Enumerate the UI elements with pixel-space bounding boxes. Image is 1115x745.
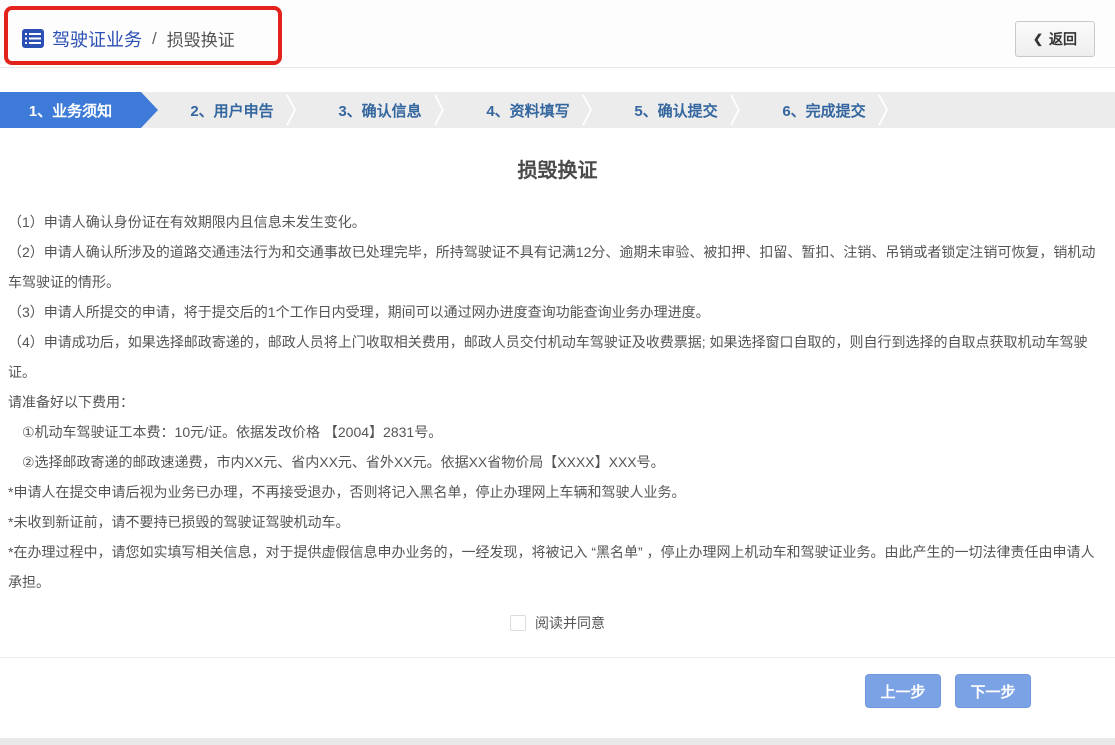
footer-actions: 上一步 下一步 — [0, 657, 1115, 708]
agreement-row: 阅读并同意 — [8, 613, 1107, 633]
back-button[interactable]: ❮ 返回 — [1014, 20, 1095, 57]
agree-checkbox[interactable] — [510, 615, 526, 631]
main-content: 损毁换证 （1）申请人确认身份证在有效期限内且信息未发生变化。 （2）申请人确认所… — [0, 128, 1115, 633]
list-icon — [22, 29, 44, 48]
previous-step-button[interactable]: 上一步 — [865, 674, 941, 708]
notice-paragraph: （1）申请人确认身份证在有效期限内且信息未发生变化。 — [8, 214, 366, 230]
step-item-label: 4、资料填写 — [486, 102, 570, 120]
notice-paragraph: 请准备好以下费用： — [8, 394, 134, 410]
step-item[interactable]: 2、用户申告 — [158, 92, 306, 128]
step-item[interactable]: 5、确认提交 — [602, 92, 750, 128]
notice-paragraph: （4）申请成功后，如果选择邮政寄递的，邮政人员将上门收取相关费用，邮政人员交付机… — [8, 334, 1088, 380]
notice-paragraph: *申请人在提交申请后视为业务已办理，不再接受退办，否则将记入黑名单，停止办理网上… — [8, 484, 686, 500]
notice-paragraph: *未收到新证前，请不要持已损毁的驾驶证驾驶机动车。 — [8, 514, 350, 530]
notice-paragraph: （3）申请人所提交的申请，将于提交后的1个工作日内受理，期间可以通过网办进度查询… — [8, 304, 710, 320]
step-item-label: 6、完成提交 — [782, 102, 866, 120]
notice-paragraph: ②选择邮政寄递的邮政速递费，市内XX元、省内XX元、省外XX元。依据XX省物价局… — [8, 454, 665, 470]
step-item[interactable]: 4、资料填写 — [454, 92, 602, 128]
step-item[interactable]: 1、业务须知 — [0, 92, 158, 128]
breadcrumb-separator: / — [152, 28, 157, 48]
step-item-label: 5、确认提交 — [634, 102, 718, 120]
notice-list: （1）申请人确认身份证在有效期限内且信息未发生变化。 （2）申请人确认所涉及的道路… — [8, 207, 1107, 597]
step-item-label: 2、用户申告 — [190, 102, 274, 120]
bottom-edge-strip — [0, 738, 1115, 745]
step-item-label: 3、确认信息 — [338, 102, 422, 120]
back-chevron-icon: ❮ — [1032, 31, 1043, 46]
notice-paragraph: （2）申请人确认所涉及的道路交通违法行为和交通事故已处理完毕，所持驾驶证不具有记… — [8, 244, 1096, 290]
step-item[interactable]: 3、确认信息 — [306, 92, 454, 128]
agree-label[interactable]: 阅读并同意 — [535, 613, 605, 633]
next-step-button[interactable]: 下一步 — [955, 674, 1031, 708]
step-bar-filler — [898, 92, 1115, 128]
step-wizard: 1、业务须知 2、用户申告 3、确认信息 4、资料填写 5、确认提交 6、完成提… — [0, 92, 1115, 128]
notice-paragraph: ①机动车驾驶证工本费：10元/证。依据发改价格 【2004】2831号。 — [8, 424, 443, 440]
notice-paragraph: *在办理过程中，请您如实填写相关信息，对于提供虚假信息申办业务的，一经发现，将被… — [8, 544, 1095, 590]
breadcrumb-section[interactable]: 驾驶证业务 — [52, 26, 142, 52]
header: 驾驶证业务 / 损毁换证 ❮ 返回 — [0, 0, 1115, 68]
breadcrumb: 驾驶证业务 / 损毁换证 — [22, 26, 235, 52]
page-title: 损毁换证 — [517, 160, 598, 182]
back-button-label: 返回 — [1049, 30, 1077, 47]
step-item[interactable]: 6、完成提交 — [750, 92, 898, 128]
step-item-label: 1、业务须知 — [28, 102, 113, 120]
breadcrumb-page: 损毁换证 — [166, 31, 235, 50]
